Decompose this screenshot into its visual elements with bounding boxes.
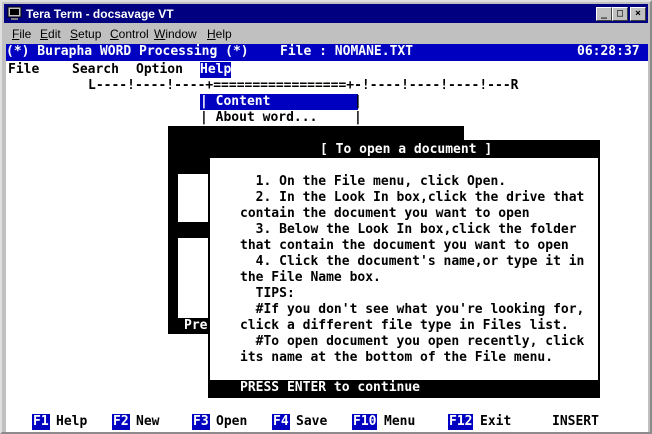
- ruler: L----!----!----+=================+-!----…: [88, 78, 519, 93]
- dialog-line: its name at the bottom of the File menu.: [240, 350, 554, 365]
- app-menu-option[interactable]: Option: [136, 62, 183, 78]
- app-menu-help[interactable]: Help: [200, 62, 232, 78]
- tera-term-icon: [7, 6, 22, 20]
- f10-label: Menu: [384, 414, 416, 429]
- menu-control[interactable]: Control: [110, 27, 149, 41]
- bg-window-label: Pre: [184, 318, 208, 333]
- menu-setup[interactable]: Setup: [70, 27, 101, 41]
- dialog-line: 4. Click the document's name,or type it …: [240, 254, 585, 269]
- minimize-button[interactable]: _: [596, 7, 612, 21]
- dialog-line: #If you don't see what you're looking fo…: [240, 302, 585, 317]
- f4-key[interactable]: F4: [272, 414, 290, 430]
- bg-window-bar: [176, 222, 210, 238]
- file-name: File : NOMANE.TXT: [280, 44, 414, 59]
- menu-bar: File Edit Setup Control Window Help: [4, 24, 648, 43]
- f1-key[interactable]: F1: [32, 414, 50, 430]
- title-bar[interactable]: Tera Term - docsavage VT _ □ ×: [4, 4, 648, 23]
- press-enter-prompt[interactable]: PRESS ENTER to continue: [240, 380, 420, 396]
- f10-key[interactable]: F10: [352, 414, 378, 430]
- help-menu-content[interactable]: | Content: [200, 94, 270, 110]
- help-menu-about-bar: |: [354, 110, 362, 125]
- insert-mode-indicator: INSERT: [552, 414, 599, 429]
- menu-file[interactable]: File: [12, 27, 31, 41]
- tera-term-window: Tera Term - docsavage VT _ □ × File Edit…: [0, 0, 652, 434]
- maximize-button[interactable]: □: [612, 7, 628, 21]
- minimize-icon: _: [600, 8, 608, 19]
- window-title: Tera Term - docsavage VT: [26, 7, 174, 21]
- f2-label: New: [136, 414, 160, 429]
- clock: 06:28:37: [577, 44, 640, 59]
- f4-label: Save: [296, 414, 328, 429]
- dialog-line: 2. In the Look In box,click the drive th…: [240, 190, 585, 205]
- dialog-line: #To open document you open recently, cli…: [240, 334, 585, 349]
- help-menu-about[interactable]: | About word...: [200, 110, 317, 126]
- dialog-line: click a different file type in Files lis…: [240, 318, 569, 333]
- menu-edit[interactable]: Edit: [40, 27, 61, 41]
- bg-window-left: [168, 142, 210, 174]
- f1-label: Help: [56, 414, 88, 429]
- app-title: (*) Burapha WORD Processing (*): [6, 44, 249, 59]
- f3-key[interactable]: F3: [192, 414, 210, 430]
- help-dialog-title: [ To open a document ]: [320, 142, 493, 157]
- bg-window-edge: [168, 174, 178, 320]
- dialog-line: contain the document you want to open: [240, 206, 530, 221]
- close-icon: ×: [634, 8, 642, 19]
- f2-key[interactable]: F2: [112, 414, 130, 430]
- dialog-line: 3. Below the Look In box,click the folde…: [240, 222, 577, 237]
- terminal-screen[interactable]: (*) Burapha WORD Processing (*) File : N…: [6, 44, 648, 432]
- dialog-line: the File Name box.: [240, 270, 381, 285]
- close-button[interactable]: ×: [630, 7, 646, 21]
- f12-key[interactable]: F12: [448, 414, 474, 430]
- dialog-line: 1. On the File menu, click Open.: [240, 174, 507, 189]
- maximize-icon: □: [616, 8, 624, 19]
- app-menu-search[interactable]: Search: [72, 62, 119, 78]
- f12-label: Exit: [480, 414, 512, 429]
- dialog-line: that contain the document you want to op…: [240, 238, 569, 253]
- help-menu-content-bar: |: [354, 94, 362, 109]
- menu-window[interactable]: Window: [154, 27, 197, 41]
- menu-help[interactable]: Help: [207, 27, 232, 41]
- dialog-line: TIPS:: [240, 286, 295, 301]
- app-menu-file[interactable]: File: [8, 62, 39, 78]
- f3-label: Open: [216, 414, 248, 429]
